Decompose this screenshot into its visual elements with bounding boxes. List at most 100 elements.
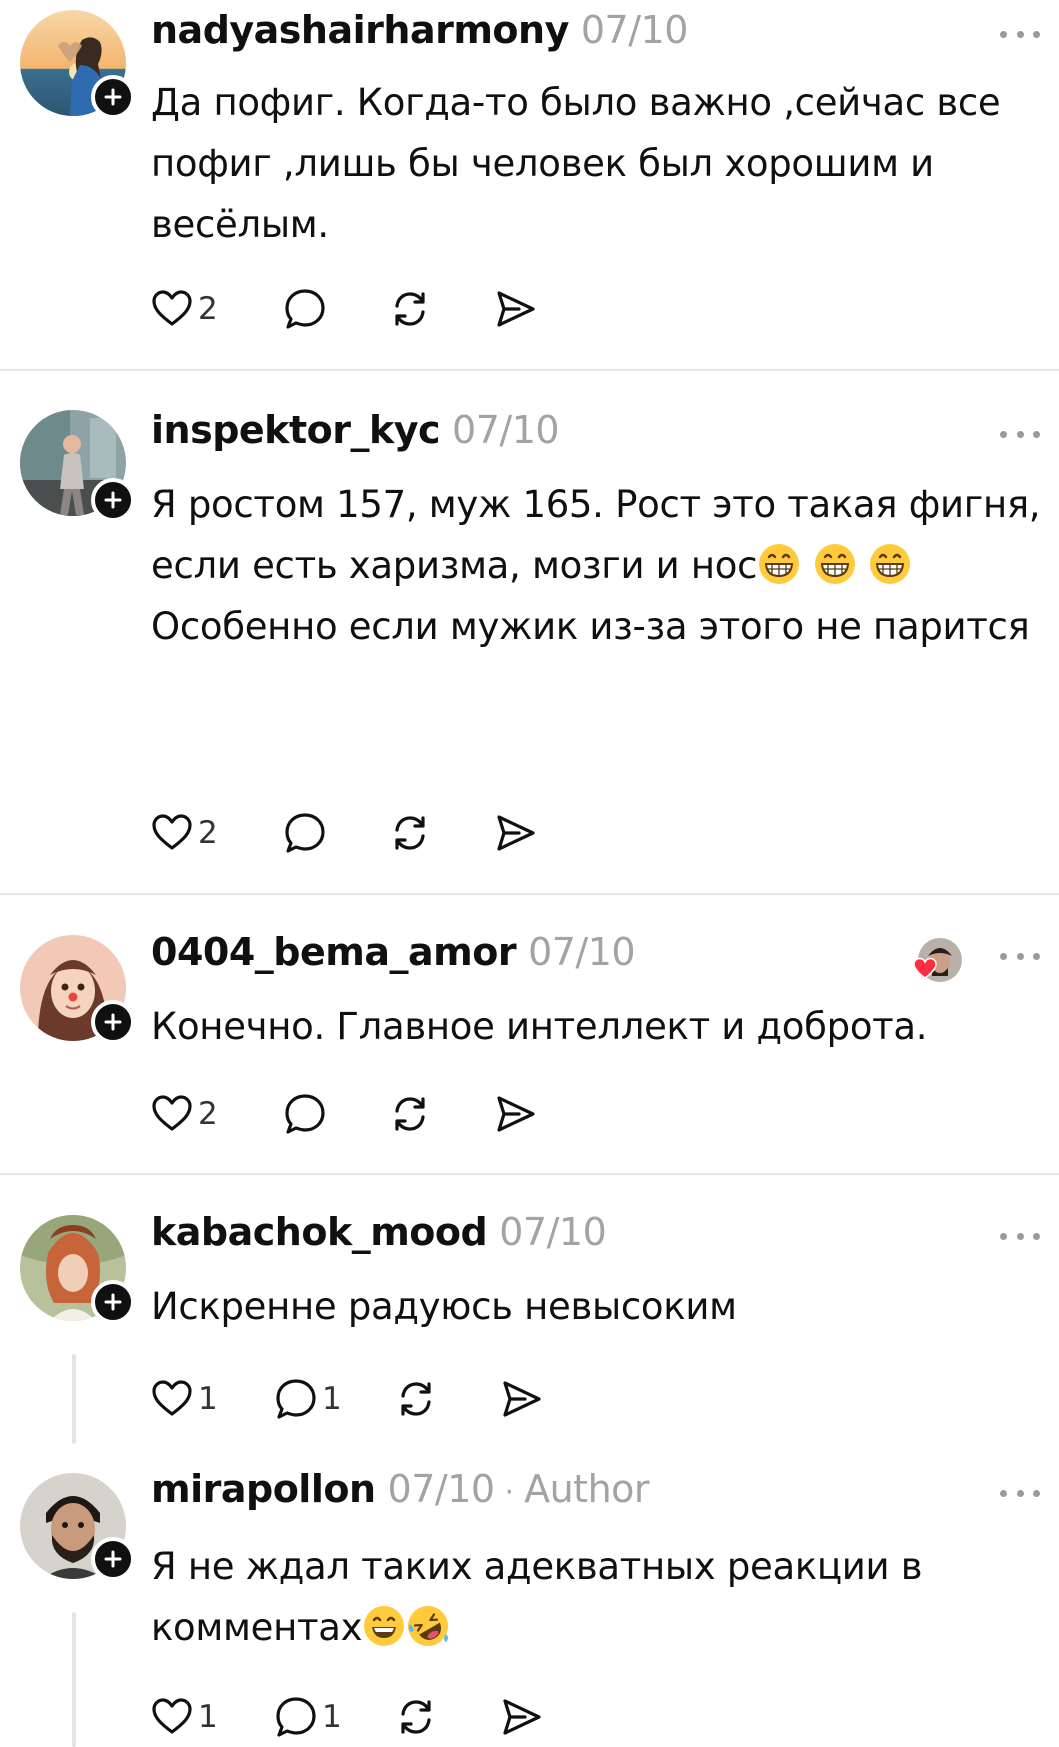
- heart-icon: [152, 1095, 192, 1131]
- plus-icon: [104, 491, 122, 509]
- share-button[interactable]: [499, 1374, 559, 1424]
- grinning-face-emoji: [759, 544, 800, 584]
- reply-button[interactable]: [283, 1089, 388, 1139]
- share-button[interactable]: [493, 284, 553, 334]
- plus-icon: [104, 88, 122, 106]
- username[interactable]: 0404_bema_amor: [151, 930, 517, 974]
- heart-icon: [152, 814, 192, 850]
- share-icon: [497, 1096, 535, 1132]
- repost-button[interactable]: [394, 1692, 499, 1742]
- share-icon: [497, 291, 535, 327]
- like-count: 1: [198, 1699, 218, 1735]
- follow-button[interactable]: [91, 1000, 135, 1044]
- comment-header: nadyashairharmony 07/10: [151, 8, 688, 60]
- reply-button[interactable]: 1: [274, 1692, 394, 1742]
- separator-dot: ·: [504, 1475, 515, 1510]
- share-button[interactable]: [493, 1089, 553, 1139]
- repost-icon: [395, 816, 425, 850]
- comment-header: 0404_bema_amor 07/10: [151, 930, 636, 982]
- heart-icon: [152, 290, 192, 326]
- heart-icon: [152, 1380, 192, 1416]
- more-options-icon[interactable]: [1000, 1226, 1040, 1246]
- username[interactable]: inspektor_kyc: [151, 408, 441, 452]
- repost-icon: [395, 292, 425, 326]
- comment-text-line: Я не ждал таких адекватных реакции в ком…: [151, 1545, 934, 1649]
- heart-filled-icon: [913, 957, 937, 979]
- repost-icon: [395, 1097, 425, 1131]
- follow-button[interactable]: [91, 1537, 135, 1581]
- smiling-face-emoji: [364, 1606, 405, 1646]
- comment-text: Конечно. Главное интеллект и доброта.: [151, 1005, 928, 1048]
- thread-line: [72, 1612, 76, 1747]
- comment-text: Искренне радуюсь невысоким: [151, 1285, 737, 1328]
- follow-button[interactable]: [91, 478, 135, 522]
- repost-button[interactable]: [388, 808, 493, 858]
- post-divider: [0, 1173, 1059, 1175]
- repost-icon: [401, 1700, 431, 1734]
- rolling-laughing-emoji: [408, 1606, 449, 1646]
- like-button[interactable]: 1: [150, 1374, 274, 1424]
- author-badge: Author: [524, 1467, 650, 1511]
- comment-text-line: Особенно если мужик из-за этого не парит…: [151, 605, 1030, 648]
- comment-icon: [276, 1379, 316, 1419]
- comment-text: Да пофиг. Когда-то было важно ,сейчас вс…: [151, 81, 1012, 246]
- post-divider: [0, 893, 1059, 895]
- repost-button[interactable]: [394, 1374, 499, 1424]
- username[interactable]: mirapollon: [151, 1467, 376, 1511]
- heart-icon: [152, 1698, 192, 1734]
- plus-icon: [104, 1550, 122, 1568]
- follow-button[interactable]: [91, 75, 135, 119]
- action-bar: 2: [150, 284, 553, 334]
- timestamp: 07/10: [528, 930, 636, 974]
- reply-count: 1: [322, 1381, 342, 1417]
- share-button[interactable]: [499, 1692, 559, 1742]
- thread-line: [72, 1354, 76, 1444]
- timestamp: 07/10: [580, 8, 689, 52]
- comments-feed: nadyashairharmony 07/10 Да пофиг. Когда-…: [0, 0, 1059, 1747]
- comment-text-line: Я ростом 157, муж 165. Рост это такая фи…: [151, 483, 1052, 587]
- like-count: 2: [198, 815, 218, 851]
- reply-button[interactable]: [283, 808, 388, 858]
- repost-icon: [401, 1382, 431, 1416]
- action-bar: 2: [150, 808, 553, 858]
- comment-icon: [285, 1094, 325, 1134]
- username[interactable]: kabachok_mood: [151, 1210, 488, 1254]
- share-button[interactable]: [493, 808, 553, 858]
- reply-count: 1: [322, 1699, 342, 1735]
- timestamp: 07/10: [499, 1210, 607, 1254]
- liked-by-author-indicator: [913, 938, 962, 982]
- like-button[interactable]: 2: [150, 284, 283, 334]
- comment-text: Я не ждал таких адекватных реакции в ком…: [151, 1536, 1046, 1658]
- like-button[interactable]: 1: [150, 1692, 274, 1742]
- comment-icon: [285, 813, 325, 853]
- more-options-icon[interactable]: [1000, 946, 1040, 966]
- like-count: 2: [198, 1096, 218, 1132]
- plus-icon: [104, 1293, 122, 1311]
- share-icon: [497, 815, 535, 851]
- share-icon: [503, 1381, 541, 1417]
- more-options-icon[interactable]: [1000, 1483, 1040, 1503]
- follow-button[interactable]: [91, 1280, 135, 1324]
- comment-header: kabachok_mood 07/10: [151, 1210, 607, 1262]
- comment-header: mirapollon 07/10 · Author: [151, 1467, 650, 1519]
- comment-icon: [285, 289, 325, 329]
- like-count: 2: [198, 291, 218, 327]
- reply-button[interactable]: 1: [274, 1374, 394, 1424]
- action-bar: 1 1: [150, 1692, 559, 1742]
- action-bar: 1 1: [150, 1374, 559, 1424]
- more-options-icon[interactable]: [1000, 24, 1040, 44]
- post-divider: [0, 369, 1059, 371]
- timestamp: 07/10: [452, 408, 560, 452]
- reply-button[interactable]: [283, 284, 388, 334]
- comment-text: Я ростом 157, муж 165. Рост это такая фи…: [151, 474, 1046, 657]
- repost-button[interactable]: [388, 1089, 493, 1139]
- like-count: 1: [198, 1381, 218, 1417]
- username[interactable]: nadyashairharmony: [151, 8, 569, 52]
- repost-button[interactable]: [388, 284, 493, 334]
- grinning-face-emoji: [870, 544, 911, 584]
- grinning-face-emoji: [814, 544, 855, 584]
- timestamp: 07/10: [387, 1467, 496, 1511]
- like-button[interactable]: 2: [150, 808, 283, 858]
- like-button[interactable]: 2: [150, 1089, 283, 1139]
- more-options-icon[interactable]: [1000, 424, 1040, 444]
